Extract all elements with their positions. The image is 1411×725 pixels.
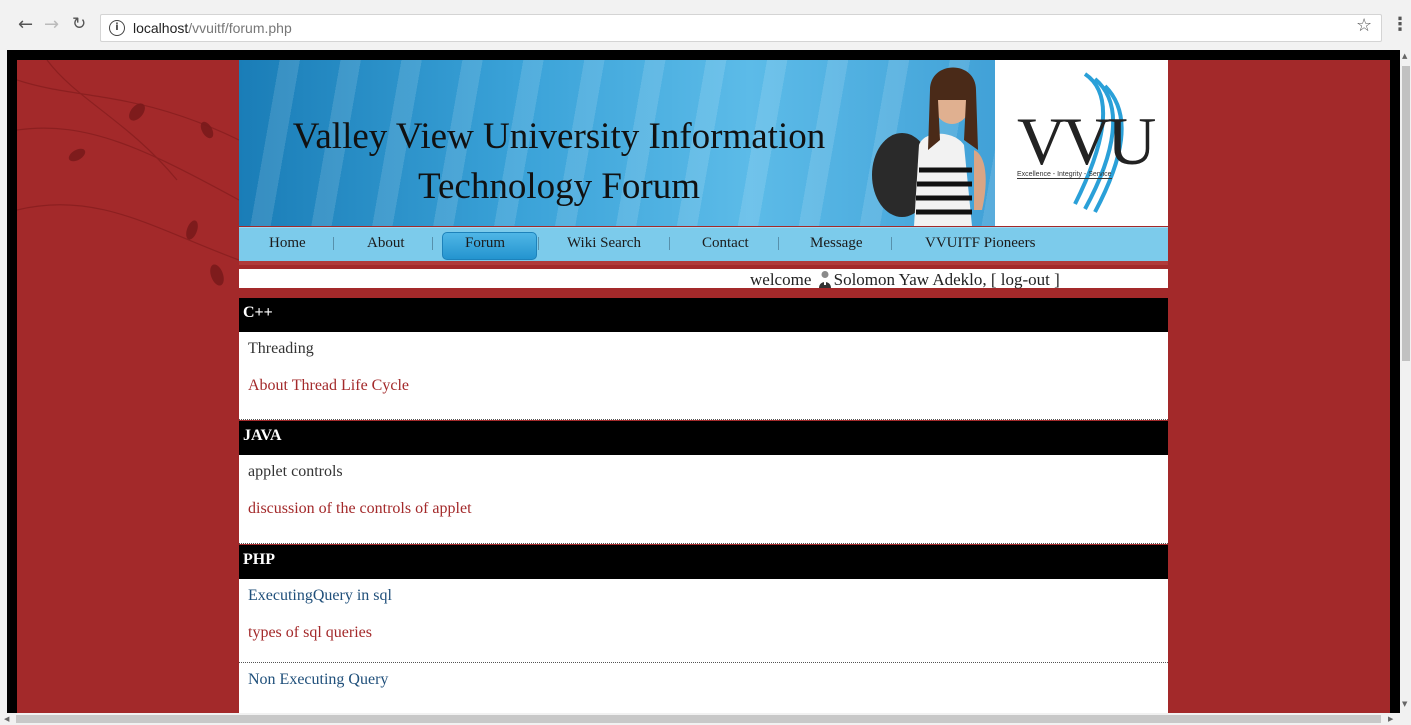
scroll-right-arrow-icon[interactable]: ▶ [1388, 715, 1393, 723]
nav-about[interactable]: About [367, 235, 405, 252]
page-viewport: Valley View University Information Techn… [7, 50, 1400, 713]
site-title-line2: Technology Forum [417, 166, 701, 207]
back-arrow-icon[interactable]: ← [18, 14, 33, 35]
logo-tagline: Excellence - Integrity - Service [1017, 171, 1112, 179]
scroll-up-arrow-icon[interactable]: ▲ [1402, 52, 1407, 60]
nav-forum[interactable]: Forum [465, 235, 505, 252]
welcome-prefix: welcome [750, 270, 812, 289]
main-nav: Home | About | Forum | Wiki Search | Con… [239, 227, 1168, 265]
site-title-line1: Valley View University Information [292, 116, 826, 157]
nav-pioneers[interactable]: VVUITF Pioneers [925, 235, 1035, 252]
topic-title-link[interactable]: Non Executing Query [239, 671, 1168, 689]
topic-link[interactable]: types of sql queries [239, 624, 1168, 642]
section-heading: JAVA [239, 421, 1168, 455]
url-host: localhost [133, 20, 189, 36]
vertical-scrollbar[interactable]: ▲ ▼ [1400, 50, 1411, 713]
forum-section-cpp: C++ Threading About Thread Life Cycle [239, 298, 1168, 420]
url-text[interactable]: localhost/vvuitf/forum.php [133, 20, 292, 36]
nav-contact[interactable]: Contact [702, 235, 749, 252]
menu-icon[interactable]: ⋮ [1391, 14, 1409, 35]
forum-section-php: PHP ExecutingQuery in sql types of sql q… [239, 545, 1168, 713]
forum-section-java: JAVA applet controls discussion of the c… [239, 421, 1168, 544]
scroll-left-arrow-icon[interactable]: ◀ [4, 715, 9, 723]
reload-icon[interactable]: ↻ [72, 14, 86, 34]
nav-message[interactable]: Message [810, 235, 863, 252]
scroll-down-arrow-icon[interactable]: ▼ [1402, 700, 1407, 708]
nav-separator: | [890, 235, 894, 251]
address-bar[interactable]: i localhost/vvuitf/forum.php [100, 14, 1382, 42]
nav-separator: | [668, 235, 672, 251]
section-heading: C++ [239, 298, 1168, 332]
student-photo [872, 67, 986, 226]
nav-separator: | [431, 235, 435, 251]
url-path: /vvuitf/forum.php [188, 20, 292, 36]
user-icon [818, 271, 831, 288]
topic-link[interactable]: discussion of the controls of applet [239, 500, 1168, 518]
topic-title: applet controls [248, 463, 343, 480]
nav-separator: | [537, 235, 541, 251]
browser-toolbar: ← → ↻ i localhost/vvuitf/forum.php ☆ ⋮ [0, 0, 1411, 50]
info-icon[interactable]: i [109, 20, 125, 36]
nav-wiki-search[interactable]: Wiki Search [567, 235, 641, 252]
nav-home[interactable]: Home [269, 235, 306, 252]
section-heading: PHP [239, 545, 1168, 579]
vine-decoration [17, 60, 239, 286]
vvu-logo: VVU Excellence - Integrity - Service [995, 60, 1168, 226]
welcome-message: welcome Solomon Yaw Adeklo, [ log-out ] [750, 270, 1060, 290]
topic-title-link[interactable]: ExecutingQuery in sql [239, 587, 1168, 605]
nav-separator: | [332, 235, 336, 251]
logout-link[interactable]: [ log-out ] [991, 270, 1060, 289]
logo-text: VVU [1017, 103, 1156, 179]
main-content: Valley View University Information Techn… [239, 60, 1168, 713]
site-title: Valley View University Information Techn… [259, 112, 859, 212]
horizontal-scroll-thumb[interactable] [16, 715, 1381, 723]
topic-link[interactable]: About Thread Life Cycle [239, 377, 1168, 395]
nav-separator: | [777, 235, 781, 251]
header-banner: Valley View University Information Techn… [239, 60, 1168, 226]
username: Solomon Yaw Adeklo, [833, 270, 987, 289]
forward-arrow-icon[interactable]: → [44, 14, 59, 35]
topic-divider [239, 662, 1168, 663]
star-icon[interactable]: ☆ [1356, 15, 1372, 36]
topic-title: Threading [248, 340, 314, 357]
horizontal-scrollbar[interactable]: ◀ ▶ [0, 713, 1400, 725]
page-background: Valley View University Information Techn… [17, 60, 1390, 713]
welcome-bar: welcome Solomon Yaw Adeklo, [ log-out ] [239, 269, 1168, 293]
vertical-scroll-thumb[interactable] [1402, 66, 1410, 361]
